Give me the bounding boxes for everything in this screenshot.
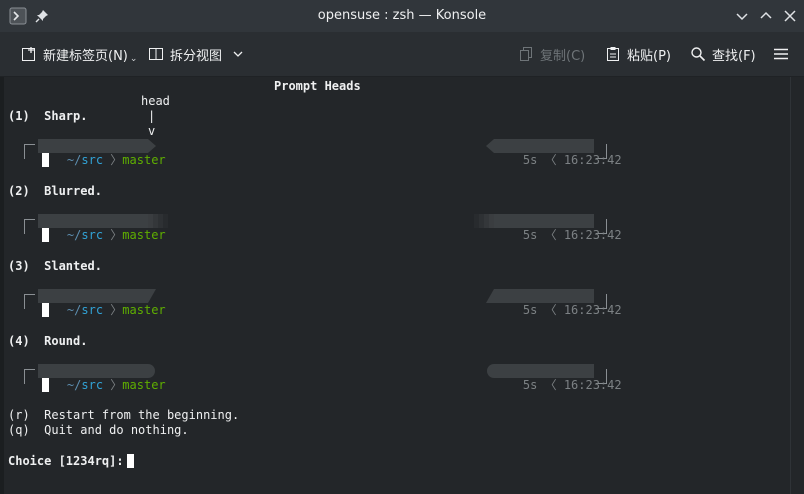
blurred-head-left-icon (474, 214, 494, 228)
title-bar: opensuse : zsh — Konsole (0, 0, 804, 32)
clock-time: 16:23:42 (563, 228, 622, 242)
command-duration: 5s (522, 153, 538, 167)
right-prompt-segment: 5s 〈 16:23:42 (494, 139, 622, 167)
split-view-icon (149, 48, 163, 60)
round-head-left-icon (487, 364, 494, 378)
find-label: 查找(F) (712, 48, 756, 64)
directory-name: src (81, 228, 104, 242)
option-slanted: (3) Slanted. (8, 259, 102, 273)
right-prompt-segment: 5s 〈 16:23:42 (494, 289, 622, 317)
prompt-frame-left (24, 294, 35, 309)
command-duration: 5s (522, 378, 538, 392)
terminal-scrollbar[interactable] (790, 77, 804, 494)
chevron-down-icon (233, 51, 243, 57)
hamburger-menu-button[interactable] (773, 32, 795, 76)
toolbar: 新建标签页(N) ⌄ 拆分视图 复制(C) 粘贴(P) 查找(F) (0, 32, 804, 77)
window-title: opensuse : zsh — Konsole (317, 8, 487, 23)
close-icon[interactable] (780, 6, 800, 26)
split-view-label: 拆分视图 (170, 48, 223, 64)
paste-button[interactable]: 粘贴(P) (605, 32, 671, 76)
git-branch: master (122, 303, 166, 317)
cursor-block (42, 303, 49, 317)
left-prompt-segment: ~/src 〉master (38, 289, 166, 317)
git-branch: master (122, 378, 166, 392)
chevron-down-icon: ⌄ (129, 54, 138, 64)
command-duration: 5s (522, 303, 538, 317)
clock-time: 16:23:42 (563, 378, 622, 392)
sharp-head-left-icon (486, 139, 494, 153)
right-prompt-segment: 5s 〈 16:23:42 (494, 364, 622, 392)
option-restart: (r) Restart from the beginning. (8, 408, 240, 422)
git-branch: master (122, 228, 166, 242)
command-duration: 5s (522, 228, 538, 242)
slanted-head-left-icon (486, 289, 494, 303)
option-sharp: (1) Sharp. (8, 109, 88, 123)
hamburger-menu-icon (774, 48, 788, 60)
prompt-frame-left (24, 144, 35, 159)
copy-button[interactable]: 复制(C) (518, 32, 585, 76)
choice-prompt: Choice [1234rq]: (8, 454, 124, 468)
prompt-frame-left (24, 219, 35, 234)
cursor-block (42, 378, 49, 392)
left-prompt-segment: ~/src 〉master (38, 364, 166, 392)
terminal-view[interactable]: Prompt Heads head | v (1) Sharp. ~/src 〉… (4, 77, 790, 494)
option-quit: (q) Quit and do nothing. (8, 423, 189, 437)
git-branch: master (122, 153, 166, 167)
maximize-chevron-icon[interactable] (756, 6, 776, 26)
clock-time: 16:23:42 (563, 303, 622, 317)
new-tab-icon (22, 47, 35, 61)
directory-name: src (81, 378, 104, 392)
option-round: (4) Round. (8, 334, 88, 348)
annotation-v: v (148, 124, 156, 138)
left-prompt-segment: ~/src 〉master (38, 214, 166, 242)
prompt-frame-left (24, 369, 35, 384)
slanted-head-icon (148, 289, 156, 303)
new-tab-label: 新建标签页(N) (43, 48, 128, 64)
cursor-block (42, 228, 49, 242)
annotation-bar: | (148, 109, 156, 123)
copy-label: 复制(C) (540, 48, 586, 64)
search-icon (691, 47, 706, 62)
heading: Prompt Heads (274, 79, 361, 93)
split-view-button[interactable]: 拆分视图 (148, 32, 244, 76)
clock-time: 16:23:42 (563, 153, 622, 167)
directory-name: src (81, 153, 104, 167)
paste-label: 粘贴(P) (627, 48, 671, 64)
option-blurred: (2) Blurred. (8, 184, 102, 198)
blurred-head-icon (148, 214, 168, 228)
find-button[interactable]: 查找(F) (690, 32, 756, 76)
round-head-icon (148, 364, 155, 378)
cursor-block (42, 153, 49, 167)
right-prompt-segment: 5s 〈 16:23:42 (494, 214, 622, 242)
paste-icon (607, 47, 619, 61)
sharp-head-icon (148, 139, 156, 153)
new-tab-button[interactable]: 新建标签页(N) ⌄ (21, 32, 137, 76)
minimize-chevron-icon[interactable] (732, 6, 752, 26)
annotation-head: head (141, 94, 170, 108)
copy-icon (520, 47, 532, 61)
input-cursor[interactable] (127, 454, 134, 468)
left-prompt-segment: ~/src 〉master (38, 139, 166, 167)
directory-name: src (81, 303, 104, 317)
